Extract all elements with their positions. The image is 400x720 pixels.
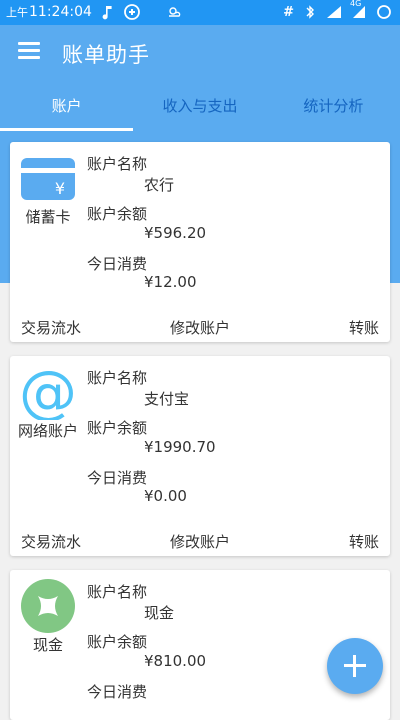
account-card[interactable]: @ 网络账户 账户名称 支付宝 账户余额 ¥1990.70 今日消费 ¥0.00… — [10, 356, 390, 556]
account-balance-value: ¥596.20 — [144, 224, 207, 242]
account-name-value: 现金 — [144, 604, 175, 622]
bluetooth-icon — [306, 5, 314, 19]
account-name-label: 账户名称 — [87, 583, 148, 601]
sync-icon — [123, 4, 140, 20]
account-balance-label: 账户余额 — [87, 419, 148, 437]
status-time: 上午11:24:04 — [6, 4, 92, 20]
battery-icon — [377, 5, 391, 19]
account-card[interactable]: 现金 账户名称 现金 账户余额 ¥810.00 今日消费 — [10, 570, 390, 720]
card-actions: 交易流水 修改账户 转账 — [10, 317, 390, 347]
transactions-button[interactable]: 交易流水 — [21, 531, 81, 552]
add-account-button[interactable] — [327, 638, 383, 694]
svg-text:@: @ — [20, 364, 76, 420]
today-spending-label: 今日消费 — [87, 469, 148, 487]
tab-accounts[interactable]: 账户 — [0, 83, 133, 131]
account-name-value: 支付宝 — [144, 390, 190, 408]
account-card[interactable]: ¥ 储蓄卡 账户名称 农行 账户余额 ¥596.20 今日消费 ¥12.00 交… — [10, 142, 390, 342]
account-name-label: 账户名称 — [87, 369, 148, 387]
account-name-label: 账户名称 — [87, 155, 148, 173]
weather-icon — [168, 7, 181, 17]
today-spending-value: ¥0.00 — [144, 487, 187, 505]
signal-icon: 4G — [350, 0, 368, 20]
tab-income-expense[interactable]: 收入与支出 — [133, 83, 266, 131]
hash-icon: # — [283, 4, 294, 20]
svg-text:¥: ¥ — [55, 179, 65, 198]
today-spending-value: ¥12.00 — [144, 273, 197, 291]
page-title: 账单助手 — [62, 43, 150, 67]
account-balance-value: ¥810.00 — [144, 652, 207, 670]
wifi-icon — [327, 6, 341, 18]
at-icon: @ — [20, 364, 76, 420]
transfer-button[interactable]: 转账 — [349, 531, 379, 552]
account-balance-label: 账户余额 — [87, 205, 148, 223]
app-bar: 账单助手 — [0, 25, 400, 83]
menu-icon[interactable] — [18, 42, 40, 60]
status-bar: 上午11:24:04 # 4G — [0, 0, 400, 25]
music-icon — [102, 6, 112, 20]
edit-account-button[interactable]: 修改账户 — [170, 317, 230, 338]
account-type-label: 网络账户 — [17, 422, 78, 440]
transactions-button[interactable]: 交易流水 — [21, 317, 81, 338]
transfer-button[interactable]: 转账 — [349, 317, 379, 338]
account-name-value: 农行 — [144, 176, 175, 194]
edit-account-button[interactable]: 修改账户 — [170, 531, 230, 552]
account-type-label: 现金 — [32, 636, 63, 654]
tab-bar: 账户 收入与支出 统计分析 — [0, 83, 400, 131]
today-spending-label: 今日消费 — [87, 683, 148, 701]
account-balance-value: ¥1990.70 — [144, 438, 216, 456]
card-actions: 交易流水 修改账户 转账 — [10, 531, 390, 561]
cash-icon — [21, 579, 75, 633]
account-type-label: 储蓄卡 — [25, 208, 71, 226]
account-balance-label: 账户余额 — [87, 633, 148, 651]
tab-statistics[interactable]: 统计分析 — [267, 83, 400, 131]
card-icon: ¥ — [21, 158, 75, 200]
today-spending-label: 今日消费 — [87, 255, 148, 273]
